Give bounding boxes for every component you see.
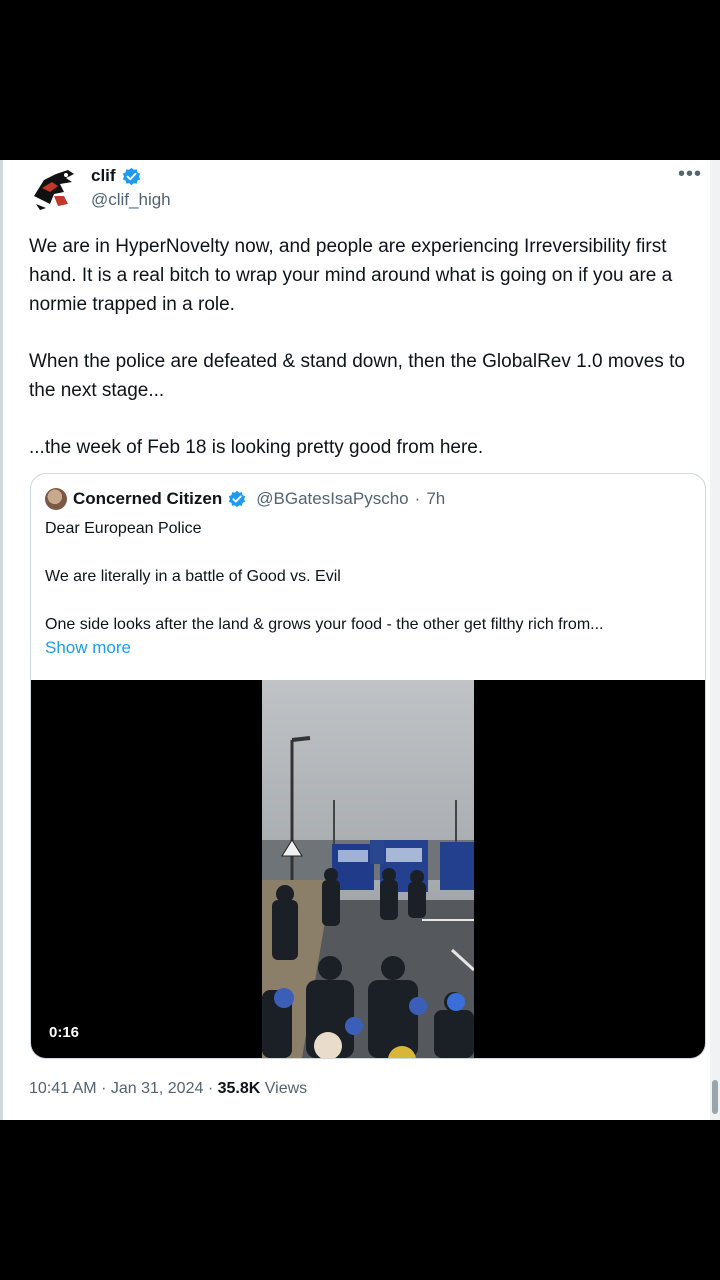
tweet-paragraph: ...the week of Feb 18 is looking pretty … [29,437,484,458]
video-duration: 0:16 [49,1024,80,1041]
tweet-paragraph: We are in HyperNovelty now, and people a… [29,236,673,315]
more-options-icon[interactable]: ••• [678,164,702,184]
author-handle[interactable]: @clif_high [91,190,171,210]
quoted-tweet[interactable]: Concerned Citizen @BGatesIsaPyscho · 7h … [30,473,706,1059]
quote-line: One side looks after the land & grows yo… [45,616,604,633]
tweet-text: We are in HyperNovelty now, and people a… [29,232,699,462]
quote-author-handle[interactable]: @BGatesIsaPyscho [256,489,408,509]
scrollbar-track[interactable] [710,160,720,1120]
author-name[interactable]: clif [91,166,116,186]
video-thumbnail [262,680,474,1058]
meta-separator: · [207,1080,214,1097]
scrollbar-thumb[interactable] [712,1080,718,1114]
meta-separator: · [101,1080,107,1097]
tweet-metadata: 10:41 AM · Jan 31, 2024 · 35.8K Views [29,1080,307,1098]
quote-line: Dear European Police [45,520,202,537]
video-player[interactable]: 0:16 [31,680,705,1058]
tweet-time[interactable]: 10:41 AM [29,1080,97,1097]
verified-badge-icon [122,167,140,185]
raven-logo-icon[interactable] [28,166,78,212]
tweet-paragraph: When the police are defeated & stand dow… [29,351,685,401]
verified-badge-icon [229,490,246,508]
quote-author-name[interactable]: Concerned Citizen [73,489,222,509]
views-label: Views [264,1080,308,1097]
tweet-card: clif @clif_high ••• We are in HyperNovel… [0,160,720,1120]
quote-avatar[interactable] [45,488,67,510]
tweet-date[interactable]: Jan 31, 2024 [111,1080,204,1097]
quote-timestamp[interactable]: 7h [426,489,445,509]
show-more-link[interactable]: Show more [45,638,131,658]
views-count: 35.8K [217,1080,261,1097]
left-border [0,160,3,1120]
quote-separator: · [414,489,421,508]
quote-line: We are literally in a battle of Good vs.… [45,568,341,585]
